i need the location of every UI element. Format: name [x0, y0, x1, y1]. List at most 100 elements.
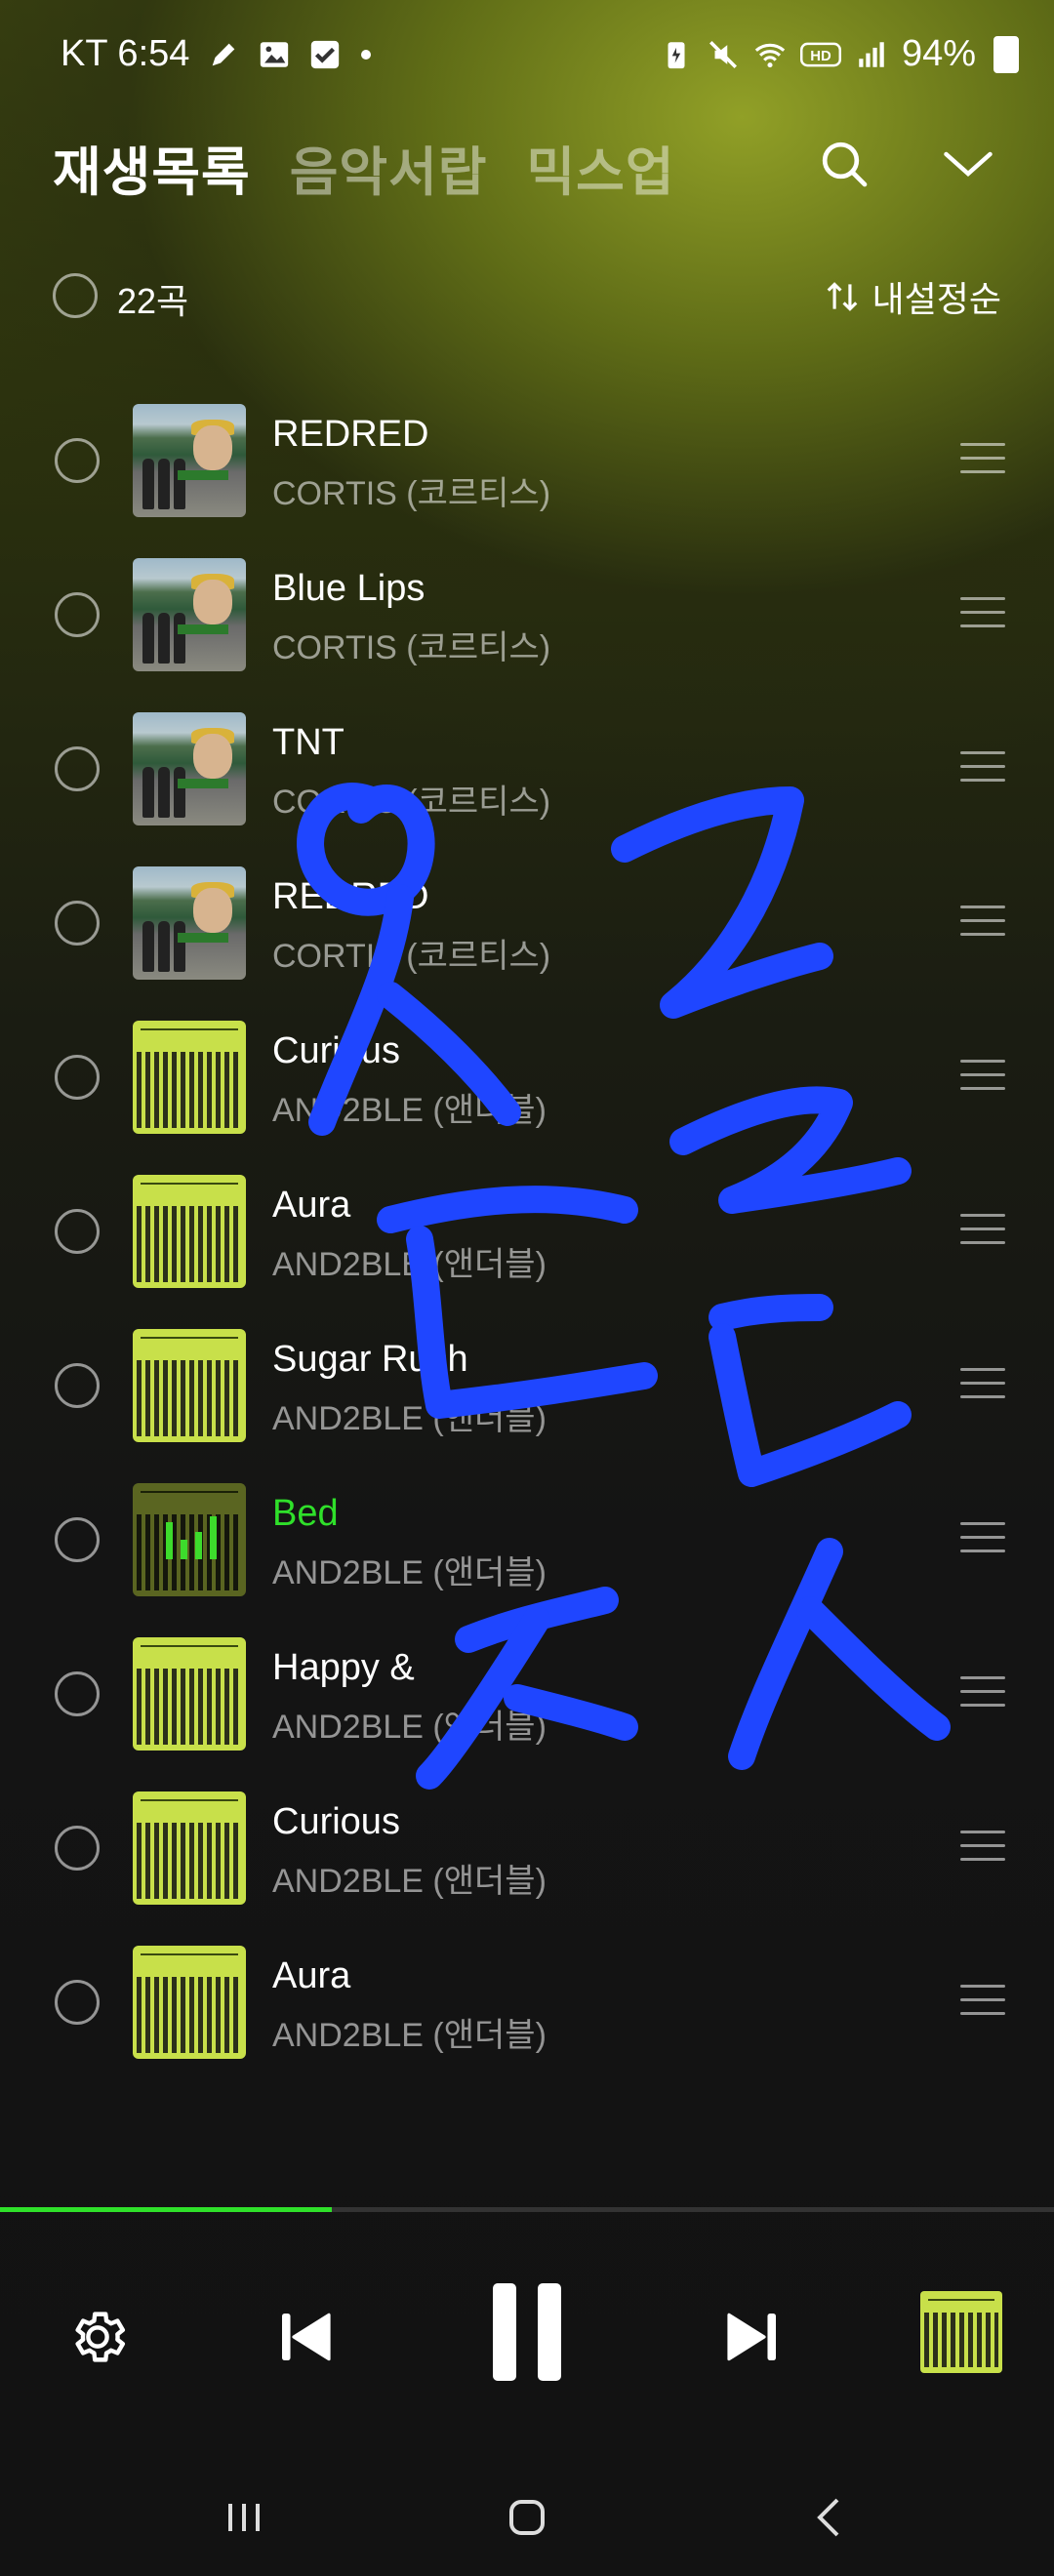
pause-icon [493, 2283, 561, 2381]
track-row[interactable]: REDRED CORTIS (코르티스) [0, 384, 1054, 539]
track-list: REDRED CORTIS (코르티스) Blue Lips CORTIS (코… [0, 384, 1054, 2080]
track-checkbox[interactable] [55, 1980, 100, 2025]
home-button[interactable] [488, 2459, 566, 2576]
track-checkbox[interactable] [55, 1363, 100, 1408]
track-artist: AND2BLE (앤더블) [272, 1400, 547, 1437]
pencil-icon [213, 43, 235, 65]
album-art [133, 1175, 246, 1288]
battery-percent: 94% [901, 33, 976, 74]
dot-icon [361, 49, 372, 60]
sort-label: 내설정순 [872, 279, 1001, 319]
album-art [133, 558, 246, 671]
track-row[interactable]: REDRED CORTIS (코르티스) [0, 847, 1054, 1001]
track-row[interactable]: Happy & AND2BLE (앤더블) [0, 1618, 1054, 1772]
drag-handle-icon[interactable] [960, 1831, 1005, 1866]
carrier-time: KT 6:54 [61, 33, 190, 74]
track-checkbox[interactable] [55, 1055, 100, 1100]
battery-icon [993, 35, 1019, 73]
album-art [133, 404, 246, 517]
tab-music-drawer[interactable]: 음악서랍 [290, 129, 488, 206]
album-art [133, 1946, 246, 2059]
drag-handle-icon[interactable] [960, 1676, 1005, 1711]
album-art [133, 866, 246, 980]
track-artist: CORTIS (코르티스) [272, 784, 551, 821]
search-icon [822, 141, 868, 187]
drag-handle-icon[interactable] [960, 1985, 1005, 2020]
now-playing-art[interactable] [920, 2291, 1002, 2373]
album-art [133, 1021, 246, 1134]
list-header: 22곡 내설정순 [0, 263, 1054, 324]
drag-handle-icon[interactable] [960, 1522, 1005, 1557]
track-checkbox[interactable] [55, 1517, 100, 1562]
playback-progress-bar[interactable] [0, 2207, 1054, 2212]
pause-button[interactable] [478, 2274, 576, 2391]
checkbox-icon [311, 40, 340, 68]
search-button[interactable] [805, 125, 883, 203]
image-icon [261, 41, 289, 67]
track-checkbox[interactable] [55, 1209, 100, 1254]
drag-handle-icon[interactable] [960, 906, 1005, 941]
back-button[interactable] [790, 2459, 869, 2576]
track-title: Blue Lips [272, 568, 426, 609]
screen: KT 6:54 HD 94% 재생목록 음악서랍 믹스업 22곡 내설정순 RE… [0, 0, 1054, 2576]
mute-icon [709, 40, 737, 68]
collapse-button[interactable] [929, 125, 1007, 203]
track-row[interactable]: Sugar Rush AND2BLE (앤더블) [0, 1309, 1054, 1464]
track-artist: CORTIS (코르티스) [272, 938, 551, 975]
track-title: Curious [272, 1030, 400, 1071]
wifi-icon [754, 43, 786, 67]
next-button[interactable] [710, 2295, 794, 2379]
track-artist: AND2BLE (앤더블) [272, 1092, 547, 1129]
sort-button[interactable]: 내설정순 [824, 271, 1001, 322]
track-checkbox[interactable] [55, 438, 100, 483]
track-title: REDRED [272, 414, 429, 455]
signal-icon [859, 41, 884, 67]
track-checkbox[interactable] [55, 901, 100, 946]
drag-handle-icon[interactable] [960, 1214, 1005, 1249]
drag-handle-icon[interactable] [960, 1060, 1005, 1095]
track-checkbox[interactable] [55, 592, 100, 637]
track-artist: AND2BLE (앤더블) [272, 1554, 547, 1591]
select-all-checkbox[interactable] [53, 273, 98, 318]
track-row[interactable]: Aura AND2BLE (앤더블) [0, 1926, 1054, 2080]
track-artist: AND2BLE (앤더블) [272, 1709, 547, 1746]
album-art [133, 1329, 246, 1442]
track-artist: AND2BLE (앤더블) [272, 1863, 547, 1900]
track-artist: AND2BLE (앤더블) [272, 1246, 547, 1283]
settings-button[interactable] [59, 2298, 137, 2376]
album-art [133, 1637, 246, 1751]
previous-button[interactable] [264, 2295, 347, 2379]
drag-handle-icon[interactable] [960, 443, 1005, 478]
track-artist: CORTIS (코르티스) [272, 475, 551, 512]
track-row[interactable]: Blue Lips CORTIS (코르티스) [0, 539, 1054, 693]
track-checkbox[interactable] [55, 1826, 100, 1871]
progress-fill [0, 2207, 333, 2212]
gear-icon [75, 2312, 126, 2362]
track-title: Aura [272, 1185, 351, 1226]
sort-icon [827, 282, 857, 311]
track-row[interactable]: Curious AND2BLE (앤더블) [0, 1001, 1054, 1155]
track-row[interactable]: Aura AND2BLE (앤더블) [0, 1155, 1054, 1309]
track-count: 22곡 [117, 281, 189, 321]
svg-text:HD: HD [810, 49, 831, 64]
drag-handle-icon[interactable] [960, 597, 1005, 632]
track-row[interactable]: TNT CORTIS (코르티스) [0, 693, 1054, 847]
track-title: REDRED [272, 876, 429, 917]
tab-mixup[interactable]: 믹스업 [526, 129, 674, 206]
header-tabs: 재생목록 음악서랍 믹스업 [53, 129, 675, 206]
skip-previous-icon [282, 2313, 331, 2361]
track-checkbox[interactable] [55, 746, 100, 791]
hd-icon: HD [799, 42, 841, 66]
track-checkbox[interactable] [55, 1671, 100, 1716]
drag-handle-icon[interactable] [960, 1368, 1005, 1403]
battery-saver-icon [668, 41, 685, 68]
track-row-now-playing[interactable]: Bed AND2BLE (앤더블) [0, 1464, 1054, 1618]
skip-next-icon [727, 2313, 776, 2361]
album-art [133, 712, 246, 825]
drag-handle-icon[interactable] [960, 751, 1005, 786]
track-artist: AND2BLE (앤더블) [272, 2017, 547, 2054]
recents-button[interactable] [205, 2459, 283, 2576]
tab-playlist[interactable]: 재생목록 [53, 129, 251, 206]
track-title: Aura [272, 1955, 351, 1996]
track-row[interactable]: Curious AND2BLE (앤더블) [0, 1772, 1054, 1926]
